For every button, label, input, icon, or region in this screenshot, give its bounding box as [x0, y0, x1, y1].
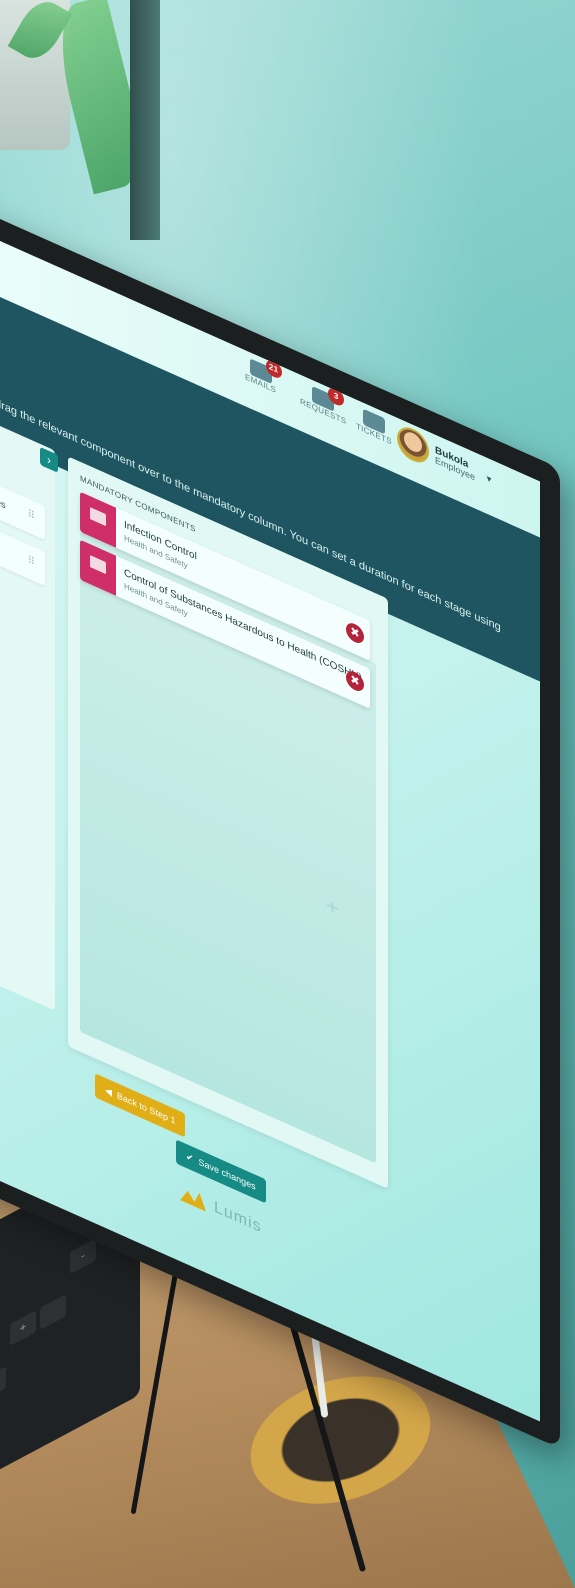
nav-emails[interactable]: 21 EMAILS [245, 356, 282, 395]
drag-handle-icon[interactable]: ⠿ [28, 554, 35, 568]
add-icon[interactable]: + [326, 891, 339, 923]
remove-button[interactable]: ✖ [346, 620, 364, 647]
avatar [397, 421, 429, 469]
requests-badge: 3 [328, 385, 345, 409]
arrow-left-icon: ◀ [105, 1084, 112, 1098]
back-button-label: Back to Step 1 [116, 1090, 176, 1127]
brand-name: Lumis [214, 1198, 262, 1237]
check-icon: ✔ [186, 1150, 194, 1164]
emails-badge: 21 [265, 357, 282, 381]
drag-handle-icon[interactable]: ⠿ [28, 508, 35, 522]
nav-tickets[interactable]: TICKETS [356, 406, 392, 447]
nav-requests[interactable]: 3 REQUESTS [300, 381, 346, 426]
chevron-down-icon: ▼ [485, 472, 493, 486]
save-button-label: Save changes [198, 1156, 256, 1192]
shelf-post [130, 0, 160, 240]
lumis-logo-icon [180, 1184, 206, 1212]
keyboard-key-plus: + [10, 1310, 36, 1346]
list-item-label: les [0, 495, 6, 511]
keyboard-key [0, 1366, 6, 1402]
keyboard-key [40, 1294, 66, 1330]
keyboard-key-minus: - [70, 1238, 96, 1275]
